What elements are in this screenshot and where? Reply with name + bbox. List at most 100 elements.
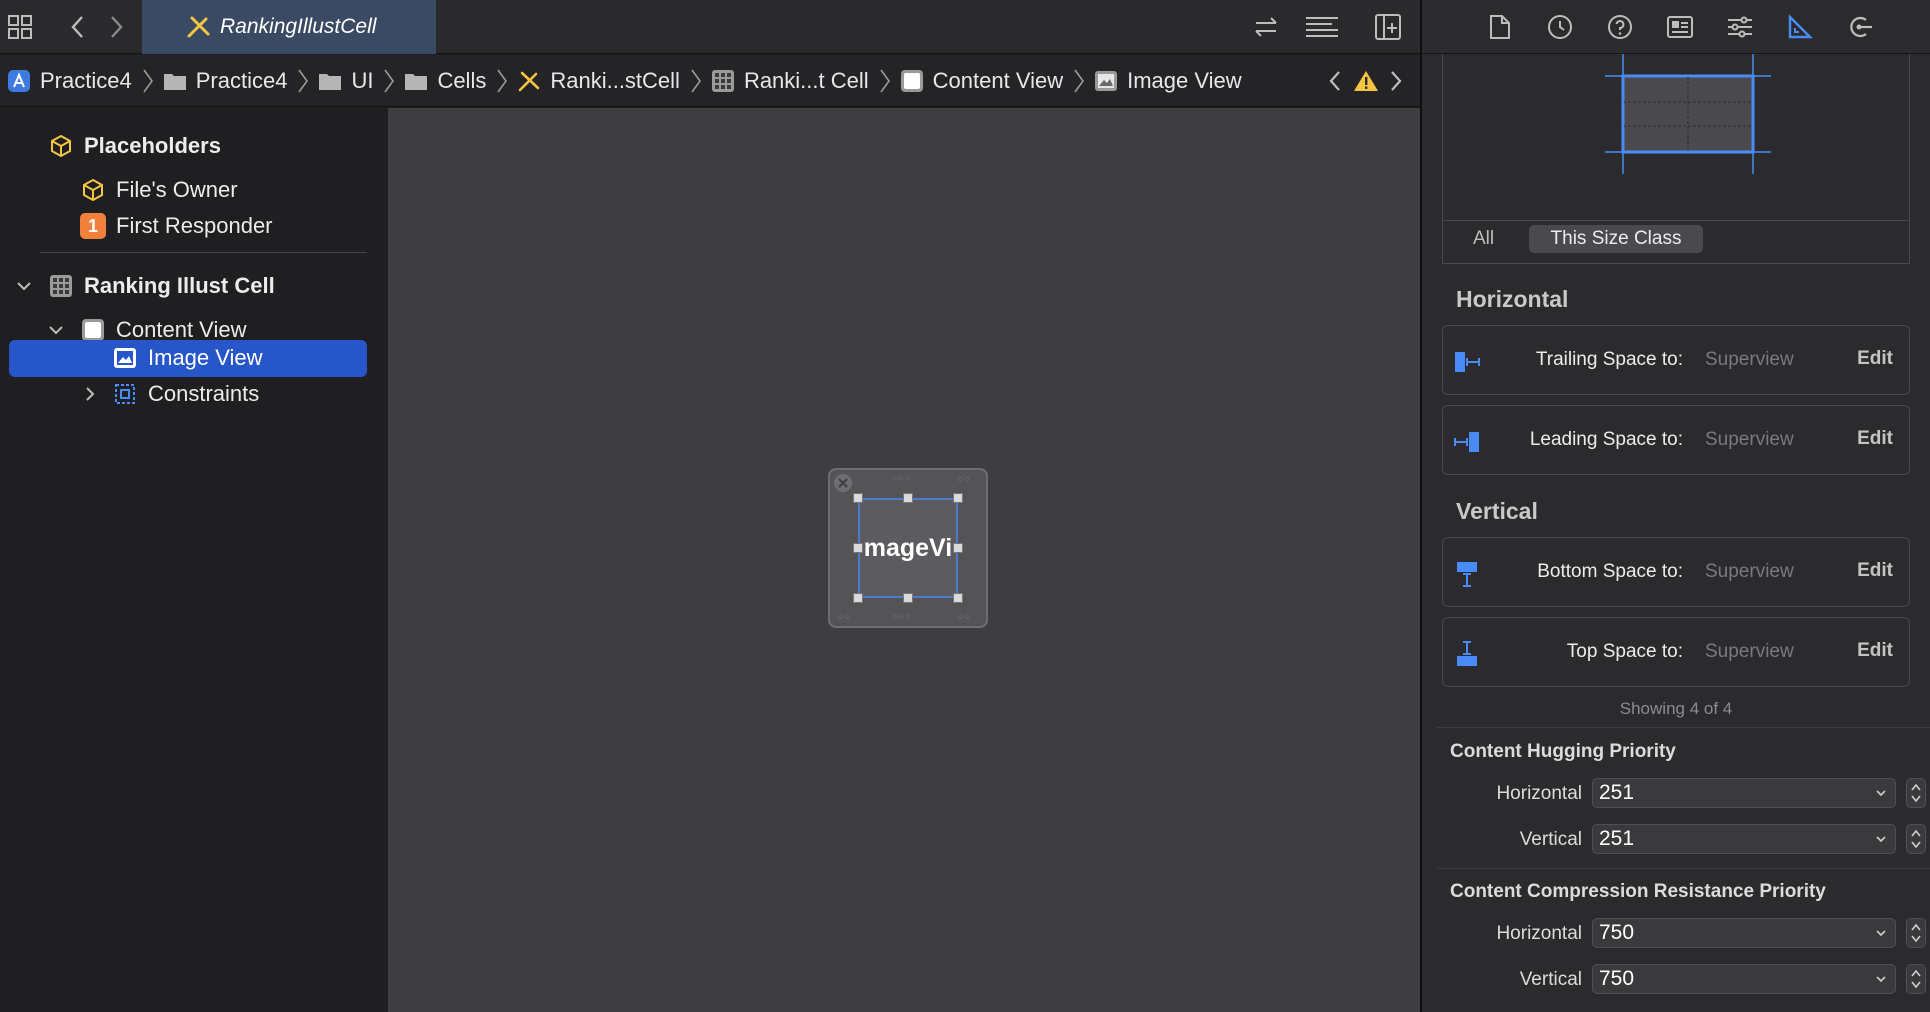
warning-icon[interactable]: [1353, 55, 1379, 107]
editor-options-icon[interactable]: [1302, 11, 1342, 43]
tab-ranking-illust-cell[interactable]: RankingIllustCell: [142, 0, 436, 54]
constraint-top-space[interactable]: Top Space to: Superview Edit: [1442, 617, 1910, 687]
back-arrow-icon[interactable]: [62, 11, 94, 43]
breadcrumb-separator: [880, 69, 890, 92]
hugging-horizontal-label: Horizontal: [1496, 783, 1582, 804]
file-inspector-icon[interactable]: [1484, 11, 1516, 43]
resize-handle[interactable]: [953, 543, 963, 553]
compression-horizontal-stepper[interactable]: [1906, 918, 1926, 948]
history-inspector-icon[interactable]: [1544, 11, 1576, 43]
outline-item-cell[interactable]: Ranking Illust Cell: [48, 268, 275, 304]
resize-dots: ○○: [958, 474, 971, 484]
chevron-down-icon[interactable]: [16, 278, 32, 294]
resize-handle[interactable]: [953, 493, 963, 503]
constraint-leading-space[interactable]: Leading Space to: Superview Edit: [1442, 405, 1910, 475]
hugging-horizontal-select[interactable]: 251: [1592, 778, 1896, 808]
segment-this-size-class[interactable]: This Size Class: [1529, 225, 1703, 253]
size-inspector-icon[interactable]: [1784, 11, 1816, 43]
resize-handle[interactable]: [903, 493, 913, 503]
view-icon: [899, 68, 925, 94]
issue-back-icon[interactable]: [1326, 55, 1344, 107]
swap-icon[interactable]: [1250, 11, 1282, 43]
resize-dots: ○○: [838, 611, 851, 621]
constraint-target: Superview: [1705, 641, 1794, 662]
connections-inspector-icon[interactable]: [1844, 11, 1876, 43]
breadcrumb-item[interactable]: Practice4: [6, 55, 132, 107]
section-horizontal-title: Horizontal: [1456, 286, 1569, 312]
edit-button[interactable]: Edit: [1857, 560, 1893, 582]
close-icon[interactable]: [834, 474, 852, 492]
collection-cell-icon: [710, 68, 736, 94]
breadcrumb-label: Practice4: [195, 67, 288, 93]
add-editor-icon[interactable]: [1372, 11, 1404, 43]
breadcrumb-label: Ranki...t Cell: [743, 67, 869, 93]
breadcrumb-item[interactable]: Ranki...t Cell: [710, 55, 869, 107]
edit-button[interactable]: Edit: [1857, 348, 1893, 370]
section-vertical-title: Vertical: [1456, 498, 1538, 524]
forward-arrow-icon[interactable]: [100, 11, 132, 43]
section-divider: [1436, 868, 1930, 869]
chevron-down-icon[interactable]: [48, 322, 64, 338]
breadcrumb-label: Content View: [932, 67, 1064, 93]
bottom-space-icon: [1457, 562, 1477, 587]
editor-tab-bar: RankingIllustCell: [0, 0, 1420, 54]
hugging-vertical-stepper[interactable]: [1906, 824, 1926, 854]
constraint-trailing-space[interactable]: Trailing Space to: Superview Edit: [1442, 325, 1910, 395]
constraint-label: Top Space to:: [1566, 641, 1683, 662]
segment-all[interactable]: All: [1473, 228, 1494, 250]
collection-cell-icon: [48, 273, 74, 299]
breadcrumb-item[interactable]: Practice4: [162, 55, 288, 107]
outline-label: First Responder: [116, 213, 273, 238]
resize-handle[interactable]: [953, 593, 963, 603]
breadcrumb-label: Image View: [1127, 67, 1242, 93]
breadcrumb-item[interactable]: Image View: [1093, 55, 1242, 107]
hugging-horizontal-stepper[interactable]: [1906, 778, 1926, 808]
breadcrumb-label: Ranki...stCell: [550, 67, 680, 93]
outline-item-first-responder[interactable]: 1 First Responder: [80, 208, 273, 244]
outline-item-placeholders[interactable]: Placeholders: [48, 128, 221, 164]
breadcrumb-item[interactable]: Ranki...stCell: [516, 55, 680, 107]
swift-file-icon: [516, 68, 542, 94]
document-outline: Placeholders File's Owner 1 First Respon…: [0, 108, 388, 1012]
outline-item-constraints[interactable]: Constraints: [112, 376, 259, 412]
resize-handle[interactable]: [853, 493, 863, 503]
breadcrumb-separator: [1074, 69, 1085, 92]
resize-handle[interactable]: [903, 593, 913, 603]
help-inspector-icon[interactable]: [1604, 11, 1636, 43]
image-view-placeholder[interactable]: mageVi: [858, 498, 958, 598]
constraint-label: Bottom Space to:: [1537, 561, 1683, 582]
edit-button[interactable]: Edit: [1857, 428, 1893, 450]
breadcrumb-item[interactable]: Cells: [403, 55, 486, 107]
outline-item-image-view[interactable]: Image View: [112, 340, 263, 376]
hugging-priority-title: Content Hugging Priority: [1450, 741, 1676, 762]
compression-vertical-select[interactable]: 750: [1592, 964, 1896, 994]
tab-title: RankingIllustCell: [220, 15, 377, 38]
breadcrumb-separator: [497, 69, 508, 92]
grid-icon[interactable]: [4, 11, 36, 43]
breadcrumb-separator: [298, 69, 309, 92]
breadcrumb-item[interactable]: UI: [317, 55, 373, 107]
edit-button[interactable]: Edit: [1857, 640, 1893, 662]
issue-forward-icon[interactable]: [1387, 55, 1405, 107]
inspector-pane: All This Size Class Horizontal Trailing …: [1422, 0, 1930, 1012]
interface-builder-canvas[interactable]: ○○○ ○○○ ○○ ○○ ○○ mageVi: [388, 108, 1420, 1012]
outline-label: File's Owner: [116, 177, 238, 202]
constraint-target: Superview: [1705, 349, 1794, 370]
image-view-icon: [1093, 68, 1119, 94]
breadcrumb-label: UI: [351, 67, 374, 93]
identity-inspector-icon[interactable]: [1664, 11, 1696, 43]
constraint-label: Leading Space to:: [1529, 429, 1683, 450]
compression-vertical-stepper[interactable]: [1906, 964, 1926, 994]
compression-horizontal-select[interactable]: 750: [1592, 918, 1896, 948]
hugging-vertical-label: Vertical: [1519, 829, 1582, 850]
select-value: 750: [1599, 967, 1635, 990]
outline-item-files-owner[interactable]: File's Owner: [80, 172, 238, 208]
collection-cell-frame[interactable]: ○○○ ○○○ ○○ ○○ ○○ mageVi: [828, 468, 988, 628]
resize-handle[interactable]: [853, 593, 863, 603]
chevron-right-icon[interactable]: [82, 386, 98, 402]
breadcrumb-item[interactable]: Content View: [899, 55, 1063, 107]
hugging-vertical-select[interactable]: 251: [1592, 824, 1896, 854]
constraint-bottom-space[interactable]: Bottom Space to: Superview Edit: [1442, 537, 1910, 607]
attributes-inspector-icon[interactable]: [1724, 11, 1756, 43]
resize-handle[interactable]: [853, 543, 863, 553]
